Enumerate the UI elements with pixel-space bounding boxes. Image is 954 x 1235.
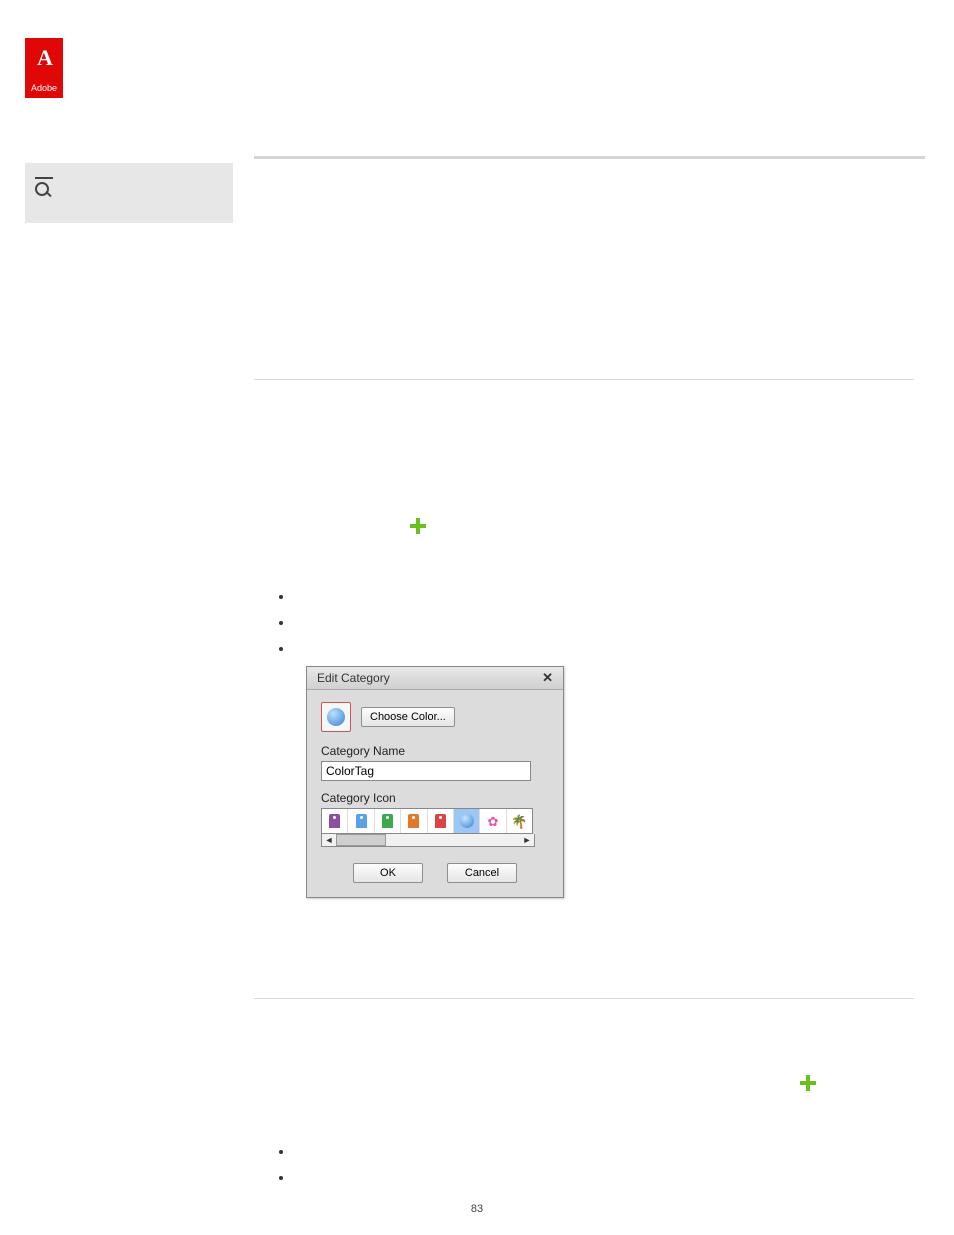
category-icon-label: Category Icon (321, 791, 549, 805)
close-icon[interactable]: ✕ (540, 670, 555, 686)
flower-icon: ✿ (487, 815, 498, 828)
section-divider (254, 379, 914, 380)
icon-option-palm[interactable]: 🌴 (507, 809, 532, 833)
choose-color-button[interactable]: Choose Color... (361, 707, 455, 727)
list-item (294, 640, 925, 656)
dialog-titlebar: Edit Category ✕ (307, 667, 563, 690)
ok-button[interactable]: OK (353, 863, 423, 883)
search-icon (35, 182, 51, 198)
ball-icon (460, 814, 474, 828)
add-icon (410, 518, 426, 534)
category-name-label: Category Name (321, 744, 549, 758)
ball-icon (327, 708, 345, 726)
list-item (294, 1169, 925, 1185)
icon-option-ball[interactable] (454, 809, 480, 833)
icon-option-flower[interactable]: ✿ (480, 809, 506, 833)
icon-option-tag-purple[interactable] (322, 809, 348, 833)
category-icon-strip: ✿ 🌴 (321, 808, 533, 834)
search-trigger[interactable] (35, 177, 53, 198)
category-name-input[interactable] (321, 761, 531, 781)
edit-category-dialog: Edit Category ✕ Choose Color... Category… (306, 666, 564, 898)
scroll-thumb[interactable] (336, 834, 386, 846)
scroll-track[interactable] (336, 834, 520, 846)
adobe-logo-mark: A (25, 38, 63, 78)
icon-strip-scrollbar[interactable]: ◄ ► (321, 834, 535, 847)
edit-category-bullets (254, 588, 925, 656)
list-item (294, 588, 925, 604)
icon-option-tag-orange[interactable] (401, 809, 427, 833)
adobe-logo-label: Adobe (25, 83, 63, 93)
page-number: 83 (0, 1203, 954, 1215)
icon-option-tag-blue[interactable] (348, 809, 374, 833)
adobe-logo: A Adobe (25, 38, 63, 98)
sub-category-bullets (254, 1143, 925, 1185)
section-divider (254, 998, 914, 999)
icon-option-tag-green[interactable] (375, 809, 401, 833)
list-item (294, 1143, 925, 1159)
icon-option-tag-red[interactable] (428, 809, 454, 833)
scroll-right-arrow-icon[interactable]: ► (520, 835, 534, 845)
add-icon (800, 1075, 816, 1091)
list-item (294, 614, 925, 630)
cancel-button[interactable]: Cancel (447, 863, 517, 883)
scroll-left-arrow-icon[interactable]: ◄ (322, 835, 336, 845)
section-divider (254, 156, 925, 159)
palm-icon: 🌴 (511, 815, 527, 828)
search-panel (25, 163, 233, 223)
search-topline (35, 177, 53, 179)
category-icon-preview (321, 702, 351, 732)
dialog-title-text: Edit Category (317, 671, 390, 685)
